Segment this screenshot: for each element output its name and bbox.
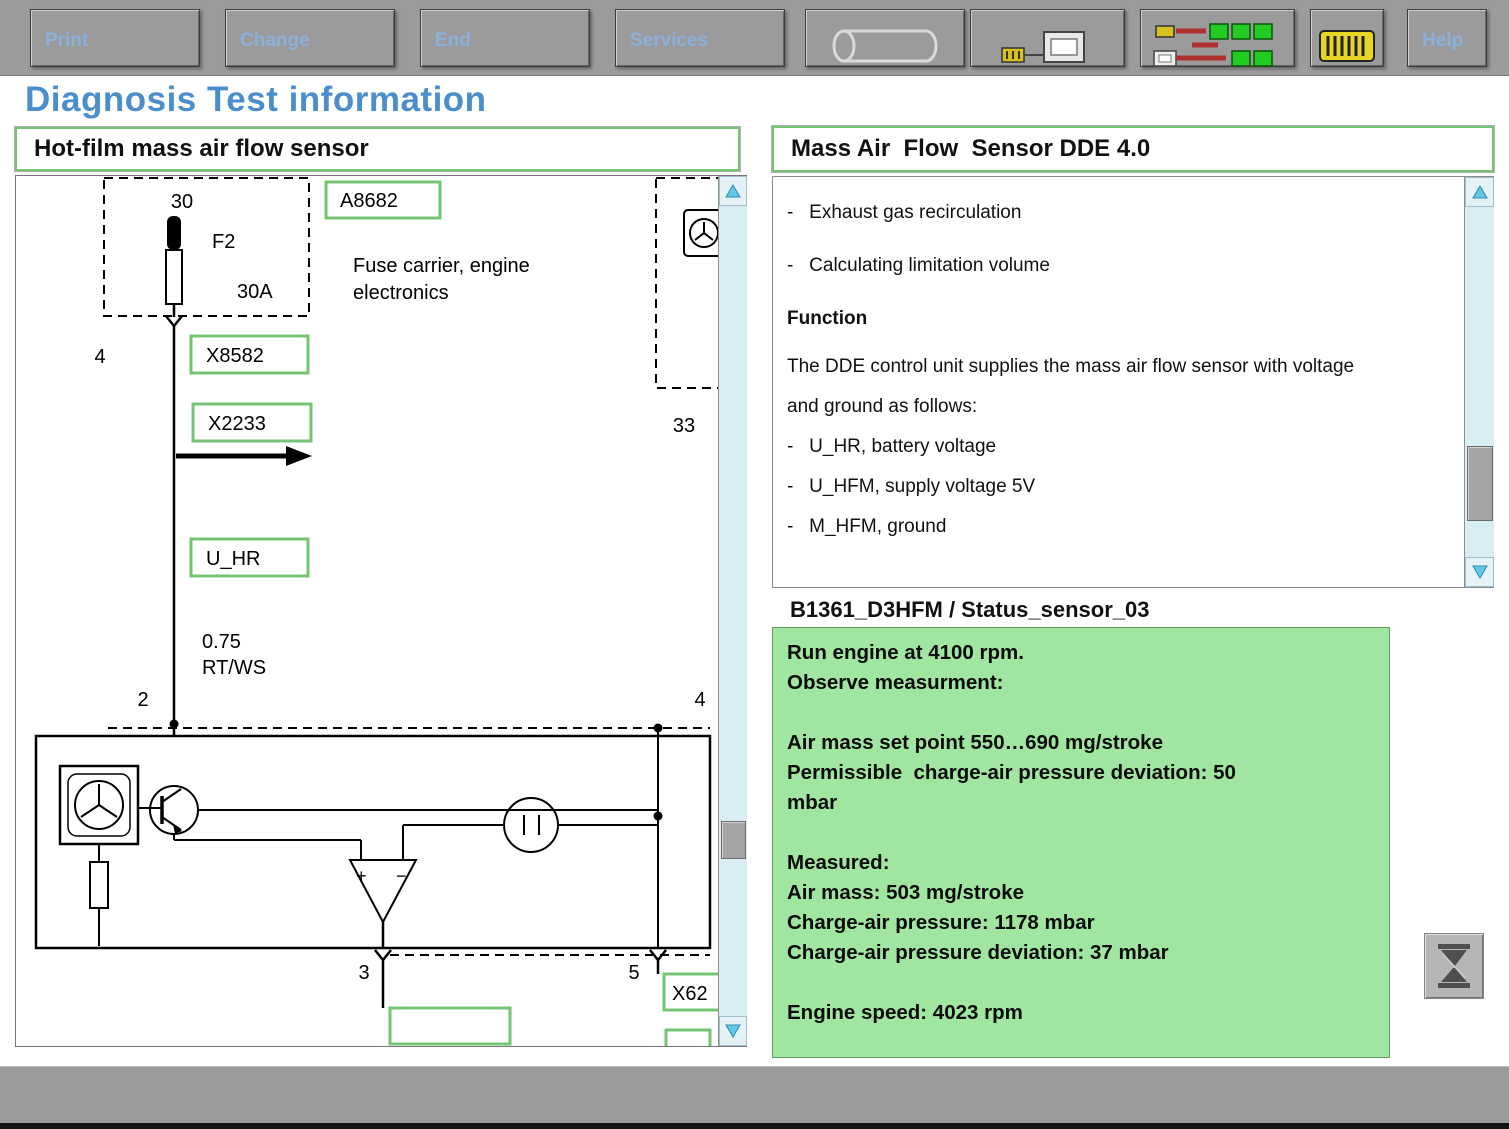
connector-label-a8682: A8682 bbox=[340, 190, 398, 212]
scroll-down-button[interactable] bbox=[1465, 557, 1494, 587]
wire-gauge-label: 0.75 bbox=[202, 631, 241, 653]
info-line: - Calculating limitation volume bbox=[787, 246, 1435, 286]
scroll-up-button[interactable] bbox=[1465, 177, 1494, 207]
measurement-line: Charge-air pressure: 1178 mbar bbox=[787, 908, 1353, 938]
connector-box-bottom-right[interactable] bbox=[666, 1030, 710, 1046]
connector-label-x62: X62 bbox=[672, 983, 708, 1005]
measurement-line: Air mass: 503 mg/stroke bbox=[787, 878, 1353, 908]
connector-box-bottom[interactable] bbox=[390, 1008, 510, 1044]
measurement-line: Engine speed: 4023 rpm bbox=[787, 998, 1353, 1028]
info-scrollbar[interactable] bbox=[1464, 177, 1494, 587]
fuse-carrier-label-1: Fuse carrier, engine bbox=[353, 255, 530, 277]
connection-button[interactable] bbox=[970, 9, 1125, 67]
measurement-line: Charge-air pressure deviation: 37 mbar bbox=[787, 938, 1353, 968]
help-button[interactable]: Help bbox=[1407, 9, 1487, 67]
measurement-line bbox=[787, 968, 1353, 998]
left-panel-title: Hot-film mass air flow sensor bbox=[15, 127, 740, 171]
resistor-symbol bbox=[90, 862, 108, 908]
print-button[interactable]: Print bbox=[30, 9, 200, 67]
fuse-symbol bbox=[166, 216, 182, 304]
connector-chevron bbox=[166, 316, 182, 326]
services-button[interactable]: Services bbox=[615, 9, 785, 67]
busy-indicator bbox=[1424, 933, 1484, 999]
signal-label-uhr: U_HR bbox=[206, 548, 260, 570]
top-toolbar: Print Change End Services bbox=[0, 0, 1509, 76]
info-line: - U_HFM, supply voltage 5V bbox=[787, 467, 1435, 507]
fuse-box-outline bbox=[104, 178, 309, 316]
plug-button[interactable] bbox=[1310, 9, 1384, 67]
info-text-panel: - Exhaust gas recirculation - Calculatin… bbox=[772, 176, 1494, 588]
sensor-icon bbox=[684, 210, 718, 256]
pin-label-3: 3 bbox=[358, 962, 369, 984]
pin-label-5: 5 bbox=[628, 962, 639, 984]
end-button[interactable]: End bbox=[420, 9, 590, 67]
info-line: - M_HFM, ground bbox=[787, 507, 1435, 547]
scroll-down-button[interactable] bbox=[719, 1016, 747, 1046]
page-title: Diagnosis Test information bbox=[25, 80, 487, 120]
pin-label-4-right: 4 bbox=[694, 689, 705, 711]
info-line: - U_HR, battery voltage bbox=[787, 427, 1435, 467]
multipin-connector-icon bbox=[1316, 2, 1378, 74]
measurement-line bbox=[787, 818, 1353, 848]
function-overview-button[interactable] bbox=[1140, 9, 1295, 67]
measurement-line: Run engine at 4100 rpm. bbox=[787, 638, 1353, 668]
scroll-up-icon bbox=[1472, 185, 1488, 199]
measurement-line: mbar bbox=[787, 788, 1353, 818]
scroll-down-icon bbox=[725, 1024, 741, 1038]
change-button[interactable]: Change bbox=[225, 9, 395, 67]
info-scroll-thumb[interactable] bbox=[1467, 446, 1493, 521]
bottom-edge-strip bbox=[0, 1123, 1509, 1129]
bottom-toolbar: Function selection Documents Test plan T… bbox=[0, 1066, 1509, 1123]
wiring-overview-icon bbox=[1148, 0, 1288, 77]
status-title: B1361_D3HFM / Status_sensor_03 bbox=[772, 597, 1412, 627]
diagram-scrollbar[interactable] bbox=[718, 176, 747, 1046]
fuse-label: F2 bbox=[212, 231, 235, 253]
pin-label-33: 33 bbox=[673, 415, 695, 437]
wire-color-label: RT/WS bbox=[202, 657, 266, 679]
pin-label-2: 2 bbox=[137, 689, 148, 711]
cylinder-probe-icon bbox=[820, 1, 950, 75]
probe-button[interactable] bbox=[805, 9, 965, 67]
scroll-up-icon bbox=[725, 184, 741, 198]
pin-label-30: 30 bbox=[171, 191, 193, 213]
wiring-diagram-panel: + − 30 bbox=[15, 175, 747, 1047]
measurement-panel: Run engine at 4100 rpm. Observe measurme… bbox=[772, 627, 1390, 1058]
info-line: Function bbox=[787, 299, 1435, 339]
measurement-line: Permissible charge-air pressure deviatio… bbox=[787, 758, 1353, 788]
svg-text:−: − bbox=[396, 866, 407, 886]
scroll-down-icon bbox=[1472, 565, 1488, 579]
right-panel-title: Mass Air Flow Sensor DDE 4.0 bbox=[772, 126, 1494, 172]
measurement-line bbox=[787, 698, 1353, 728]
info-line: - Exhaust gas recirculation bbox=[787, 193, 1435, 233]
pin-label-4-top: 4 bbox=[94, 346, 105, 368]
hourglass-icon bbox=[1434, 942, 1474, 990]
signal-arrow bbox=[176, 446, 312, 466]
measurement-line: Observe measurment: bbox=[787, 668, 1353, 698]
fuse-carrier-label-2: electronics bbox=[353, 282, 449, 304]
svg-text:+: + bbox=[356, 866, 367, 886]
diagram-scroll-thumb[interactable] bbox=[721, 821, 746, 859]
measurement-line: Measured: bbox=[787, 848, 1353, 878]
info-line: The DDE control unit supplies the mass a… bbox=[787, 347, 1435, 387]
connector-label-x2233: X2233 bbox=[208, 413, 266, 435]
info-line: and ground as follows: bbox=[787, 387, 1435, 427]
measurement-line: Air mass set point 550…690 mg/stroke bbox=[787, 728, 1353, 758]
dis-diagnosis-screen: Print Change End Services bbox=[0, 0, 1509, 1129]
fuse-rating-label: 30A bbox=[237, 281, 273, 303]
scroll-up-button[interactable] bbox=[719, 176, 747, 206]
connector-socket-icon bbox=[988, 0, 1108, 76]
connector-label-x8582: X8582 bbox=[206, 345, 264, 367]
info-text-content: - Exhaust gas recirculation - Calculatin… bbox=[773, 177, 1463, 547]
wiring-diagram: + − 30 bbox=[16, 176, 718, 1046]
